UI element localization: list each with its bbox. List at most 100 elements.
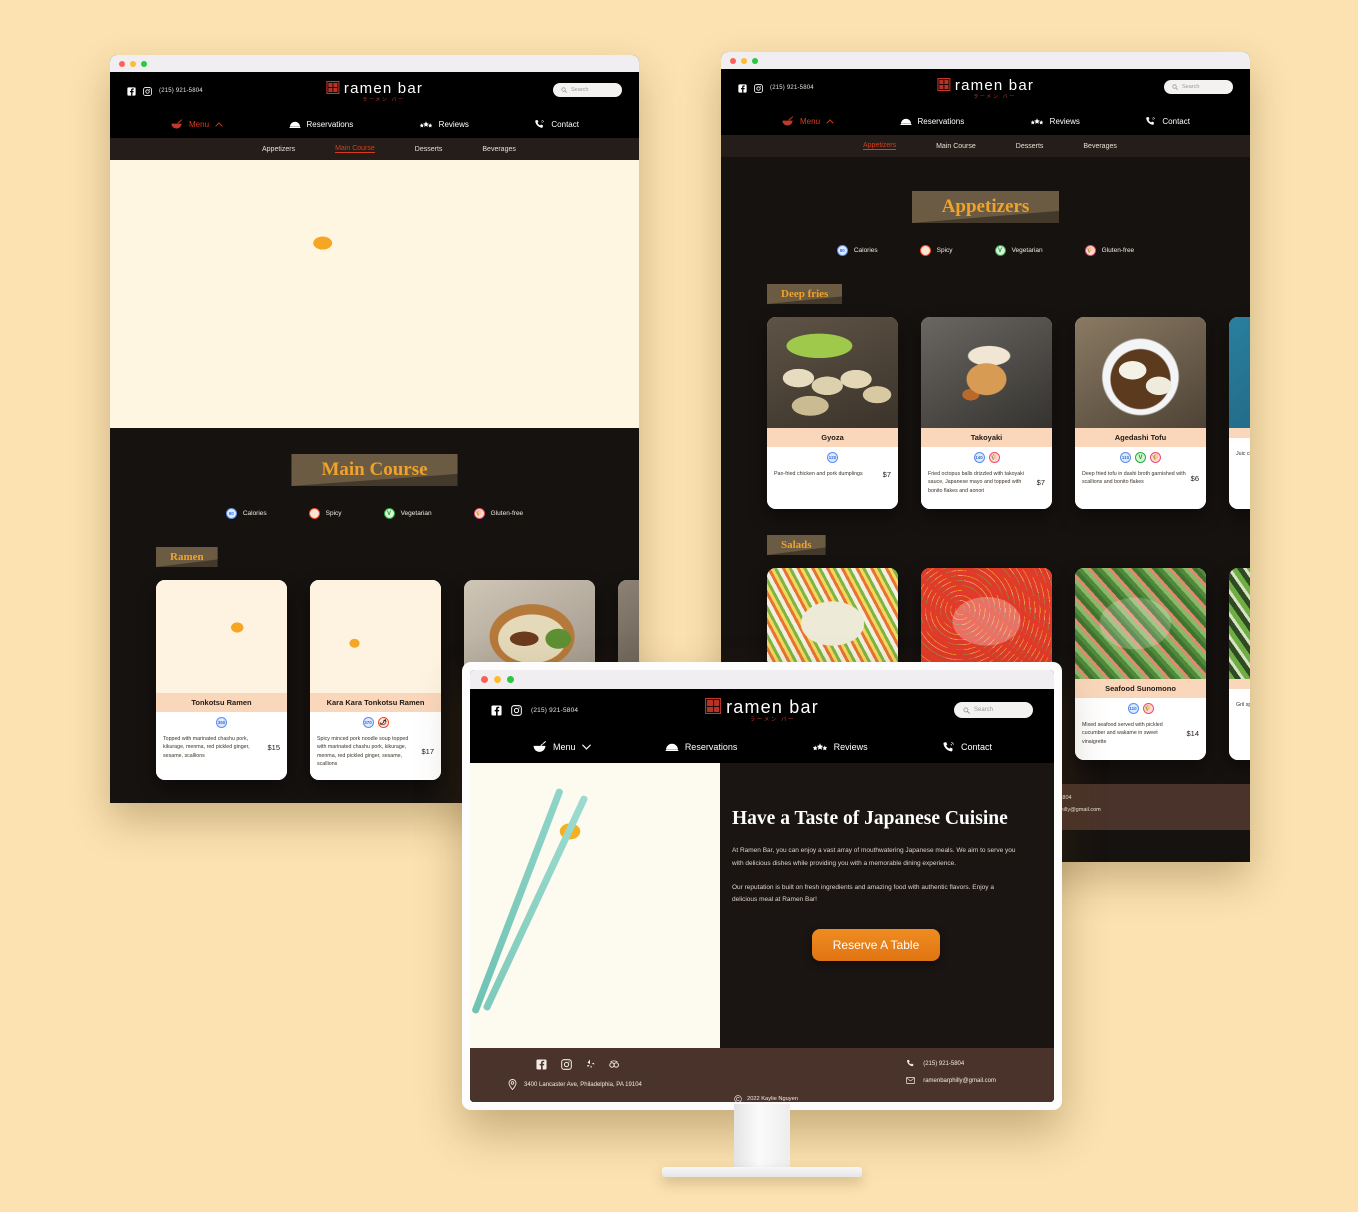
header-phone-home[interactable]: (215) 921-5804 — [531, 707, 578, 714]
window-minimize-button[interactable] — [494, 676, 501, 683]
nav-item-contact-w1[interactable]: Contact — [534, 119, 579, 130]
instagram-icon[interactable] — [143, 86, 152, 96]
subnav-item-desserts-w2[interactable]: Desserts — [1016, 143, 1044, 150]
menu-card-price: $7 — [1036, 478, 1045, 488]
group-title-salads: Salads — [781, 539, 812, 551]
window-maximize-button[interactable] — [507, 676, 514, 683]
group-banner-salads: Salads — [767, 535, 826, 555]
menu-card-description: Gril spri cucu — [1236, 702, 1250, 708]
instagram-icon[interactable] — [754, 83, 763, 93]
legend-w1: 80 Calories 🌶 Spicy V Vegetarian 🌾 Glute… — [110, 508, 639, 519]
legend-label-glutenfree-w1: Gluten-free — [490, 510, 524, 517]
spicy-badge-icon: 🌶 — [919, 245, 931, 256]
facebook-icon[interactable] — [738, 83, 747, 93]
chevron-up-icon — [826, 118, 834, 124]
header-phone-w1[interactable]: (215) 921-5804 — [159, 88, 203, 94]
legend-spicy-w1: 🌶 Spicy — [308, 508, 342, 519]
browser-window-home: (215) 921-5804 ramen bar ラーメン バー Search … — [470, 670, 1054, 1102]
subnav-item-main-course-w1[interactable]: Main Course — [335, 145, 375, 153]
appetizers-title-row: Appetizers — [721, 157, 1250, 223]
window-close-button[interactable] — [481, 676, 488, 683]
menu-card[interactable]: Juic chic — [1229, 317, 1250, 509]
section-banner-main-course: Main Course — [291, 454, 458, 486]
menu-card[interactable]: Gril spri cucu — [1229, 568, 1250, 760]
site-logo-home[interactable]: ramen bar ラーメン バー — [705, 698, 819, 724]
location-pin-icon — [508, 1079, 517, 1090]
subnav-item-appetizers-w2[interactable]: Appetizers — [863, 142, 897, 150]
nav-item-menu-w1[interactable]: Menu — [170, 118, 223, 130]
site-logo-w1[interactable]: ramen bar ラーメン バー — [325, 81, 423, 103]
site-top-bar-home: (215) 921-5804 ramen bar ラーメン バー Search — [470, 689, 1054, 731]
yelp-icon[interactable] — [586, 1059, 595, 1070]
logo-name-home: ramen bar — [726, 697, 819, 717]
search-input-home[interactable]: Search — [954, 702, 1033, 718]
spicy-badge-icon: 🌶 — [377, 717, 389, 728]
group-title-ramen: Ramen — [170, 551, 204, 563]
menu-card[interactable]: Tonkotsu Ramen 350 Topped with marinated… — [156, 580, 287, 780]
section-title-appetizers: Appetizers — [941, 196, 1030, 217]
search-input-w1[interactable]: Search — [553, 83, 622, 97]
footer-phone-home[interactable]: (215) 921-5804 — [923, 1061, 964, 1067]
nav-item-reservations-home[interactable]: Reservations — [665, 742, 737, 752]
facebook-icon[interactable] — [127, 86, 136, 96]
menu-card[interactable]: Kara Kara Tonkotsu Ramen 370 🌶 Spicy min… — [310, 580, 441, 780]
nav-item-reviews-home[interactable]: Reviews — [812, 742, 868, 752]
menu-card-badges: 110 🌾 — [1082, 703, 1199, 714]
facebook-icon[interactable] — [536, 1059, 547, 1070]
menu-card-description: Deep fried tofu in dashi broth garnished… — [1082, 471, 1186, 486]
subnav-item-desserts-w1[interactable]: Desserts — [415, 146, 443, 153]
window-close-button[interactable] — [730, 57, 736, 64]
site-logo-w2[interactable]: ramen bar ラーメン バー — [936, 78, 1034, 100]
group-header-deep-fries: Deep fries — [721, 284, 1250, 304]
menu-card-description: Mixed seafood served with pickled cucumb… — [1082, 722, 1163, 745]
site-top-bar-w2: (215) 921-5804 ramen bar ラーメン バー Search — [721, 69, 1250, 107]
menu-card[interactable]: Agedashi Tofu 110 V 🌾 Deep fried tofu in… — [1075, 317, 1206, 509]
menu-card-image — [156, 580, 287, 693]
legend-glutenfree-w1: 🌾 Gluten-free — [473, 508, 524, 519]
nav-item-reviews-w2[interactable]: Reviews — [1030, 117, 1080, 126]
window-maximize-button[interactable] — [141, 60, 147, 67]
calories-badge-icon: 80 — [836, 245, 848, 256]
menu-card[interactable]: Takoyaki 140 🌾 Fried octopus balls drizz… — [921, 317, 1052, 509]
nav-label-menu-w2: Menu — [800, 116, 821, 126]
nav-item-contact-home[interactable]: Contact — [942, 741, 992, 754]
gluten-free-badge-icon: 🌾 — [988, 452, 1000, 463]
window-minimize-button[interactable] — [130, 60, 136, 67]
instagram-icon[interactable] — [561, 1059, 572, 1070]
nav-item-contact-w2[interactable]: Contact — [1145, 116, 1190, 127]
logo-seal-icon — [325, 81, 339, 94]
subnav-item-main-course-w2[interactable]: Main Course — [936, 143, 976, 150]
menu-card-description: Spicy minced pork noodle soup topped wit… — [317, 736, 409, 768]
search-input-w2[interactable]: Search — [1164, 80, 1233, 94]
nav-item-reservations-w2[interactable]: Reservations — [899, 117, 964, 126]
menu-card-image — [1229, 317, 1250, 428]
reserve-a-table-button[interactable]: Reserve A Table — [811, 929, 941, 962]
menu-card-badges: 350 — [163, 717, 280, 728]
footer-email-home[interactable]: ramenbarphilly@gmail.com — [923, 1078, 996, 1084]
window-close-button[interactable] — [119, 60, 125, 67]
window-maximize-button[interactable] — [752, 57, 758, 64]
logo-kana-w1: ラーメン バー — [362, 97, 405, 103]
window-minimize-button[interactable] — [741, 57, 747, 64]
gluten-free-badge-icon: 🌾 — [1142, 703, 1154, 714]
instagram-icon[interactable] — [511, 704, 522, 716]
subnav-item-beverages-w2[interactable]: Beverages — [1083, 143, 1116, 150]
subnav-item-beverages-w1[interactable]: Beverages — [482, 146, 515, 153]
menu-card[interactable]: Seafood Sunomono 110 🌾 Mixed seafood ser… — [1075, 568, 1206, 760]
menu-card-badges: 140 🌾 — [928, 452, 1045, 463]
search-placeholder-home: Search — [974, 707, 994, 713]
nav-item-menu-w2[interactable]: Menu — [781, 115, 834, 127]
monitor-bezel: (215) 921-5804 ramen bar ラーメン バー Search … — [462, 662, 1062, 1110]
header-phone-w2[interactable]: (215) 921-5804 — [770, 85, 814, 91]
menu-card[interactable]: Gyoza 120 Pan-fried chicken and pork dum… — [767, 317, 898, 509]
nav-item-menu-home[interactable]: Menu — [532, 741, 591, 753]
facebook-icon[interactable] — [491, 704, 502, 716]
menu-card-image — [1075, 568, 1206, 679]
menu-card-price: $7 — [882, 470, 891, 479]
nav-item-reservations-w1[interactable]: Reservations — [288, 120, 353, 129]
site-footer-home: 3400 Lancaster Ave, Philadelphia, PA 191… — [470, 1048, 1054, 1102]
tripadvisor-icon[interactable] — [609, 1059, 619, 1070]
nav-item-reviews-w1[interactable]: Reviews — [419, 120, 469, 129]
vegetarian-badge-icon: V — [994, 245, 1006, 256]
subnav-item-appetizers-w1[interactable]: Appetizers — [262, 146, 295, 153]
